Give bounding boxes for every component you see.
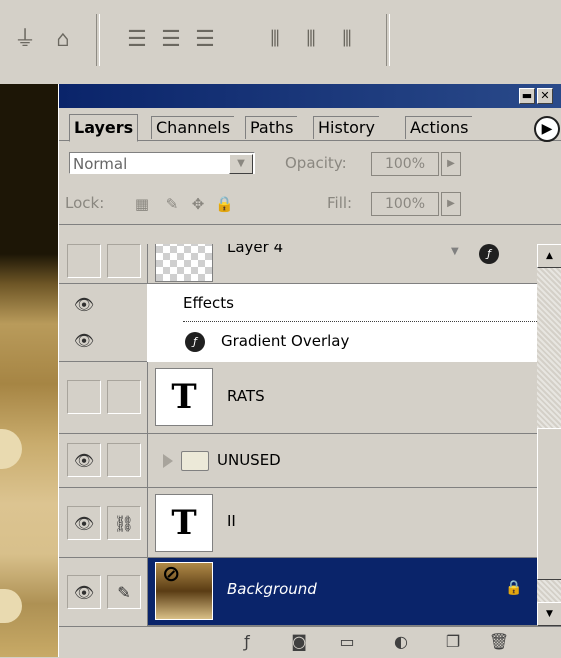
tab-actions[interactable]: Actions xyxy=(405,116,473,139)
layer-name: RATS xyxy=(227,387,265,405)
layer-row-unused[interactable]: 👁 UNUSED xyxy=(59,434,537,488)
layers-palette: ▬ ✕ Layers Channels Paths History Action… xyxy=(58,84,561,657)
visibility-eye-icon[interactable]: 👁 xyxy=(67,575,101,609)
effects-group: 👁 👁 Effects ƒ Gradient Overlay xyxy=(59,284,537,362)
layer-row-layer-4[interactable]: Layer 4 ▼ ƒ xyxy=(59,244,537,284)
chain-link-icon[interactable]: ⛓ xyxy=(107,506,141,540)
minimize-icon[interactable]: ▬ xyxy=(519,88,535,104)
scrollbar-thumb[interactable] xyxy=(537,428,561,580)
lock-all-icon[interactable]: 🔒 xyxy=(215,195,234,213)
palette-menu-button[interactable]: ▶ xyxy=(534,116,560,142)
layer-thumbnail xyxy=(155,244,213,282)
distribute-top-icon[interactable]: ☰ xyxy=(124,26,150,54)
row-divider xyxy=(147,558,148,625)
document-canvas[interactable] xyxy=(0,84,58,657)
no-entry-icon: ⊘ xyxy=(162,562,181,587)
trash-icon[interactable]: 🗑 xyxy=(487,631,511,653)
lock-row: Lock: ▦ ✎ ✥ 🔒 Fill: 100% ▶ xyxy=(59,184,561,225)
fill-label: Fill: xyxy=(327,194,353,212)
effects-visibility-icon[interactable]: 👁 xyxy=(67,290,101,324)
gradient-overlay-row[interactable]: ƒ Gradient Overlay xyxy=(147,322,537,362)
effects-label: Effects xyxy=(183,294,234,312)
adjustment-layer-icon[interactable]: ◐ xyxy=(389,631,413,653)
visibility-eye-icon[interactable]: 👁 xyxy=(67,443,101,477)
blend-row: Normal ▼ Opacity: 100% ▶ xyxy=(59,144,561,184)
tab-layers[interactable]: Layers xyxy=(69,114,139,142)
folder-icon xyxy=(181,451,209,471)
effect-visibility-icon[interactable]: 👁 xyxy=(67,326,101,360)
palette-title-bar[interactable]: ▬ ✕ xyxy=(59,84,561,108)
text-layer-thumbnail-icon: T xyxy=(155,494,213,552)
toolbar-separator xyxy=(386,14,390,66)
layer-name: UNUSED xyxy=(217,451,281,469)
row-divider xyxy=(147,434,148,487)
fill-slider-arrow-icon[interactable]: ▶ xyxy=(441,192,461,216)
align-top-edges-icon[interactable]: ⏚ xyxy=(12,26,38,54)
lock-icon: 🔒 xyxy=(505,580,523,596)
toolbar-separator xyxy=(96,14,100,66)
distribute-center-icon[interactable]: ☰ xyxy=(158,26,184,54)
layer-list: Layer 4 ▼ ƒ 👁 👁 Effects ƒ Gradient Overl… xyxy=(59,244,537,626)
tab-paths[interactable]: Paths xyxy=(245,116,298,139)
brush-icon[interactable]: ✎ xyxy=(107,575,141,609)
new-group-icon[interactable]: ▭ xyxy=(335,631,359,653)
lock-label: Lock: xyxy=(65,194,105,212)
link-toggle[interactable] xyxy=(107,244,141,278)
lock-image-brush-icon[interactable]: ✎ xyxy=(163,195,181,213)
align-bottom-edges-icon[interactable]: ⌂ xyxy=(50,26,76,54)
row-divider xyxy=(147,362,148,433)
blend-mode-select[interactable]: Normal ▼ xyxy=(69,152,255,174)
add-mask-icon[interactable]: ◙ xyxy=(287,631,311,653)
canvas-highlight xyxy=(0,589,22,623)
palette-tabs: Layers Channels Paths History Actions ▶ xyxy=(59,108,561,142)
scroll-up-icon[interactable]: ▲ xyxy=(537,244,561,268)
expand-arrow-icon[interactable]: ▼ xyxy=(451,246,459,257)
blend-mode-value: Normal xyxy=(73,155,128,173)
lock-transparency-icon[interactable]: ▦ xyxy=(133,195,151,213)
fill-field[interactable]: 100% xyxy=(371,192,439,216)
layer-name: Layer 4 xyxy=(227,244,284,256)
link-toggle[interactable] xyxy=(107,443,141,477)
close-icon[interactable]: ✕ xyxy=(537,88,553,104)
opacity-field[interactable]: 100% xyxy=(371,152,439,176)
add-layer-style-icon[interactable]: ƒ xyxy=(235,631,259,653)
visibility-toggle[interactable] xyxy=(67,244,101,278)
opacity-label: Opacity: xyxy=(285,154,347,172)
tab-history[interactable]: History xyxy=(313,116,379,139)
row-divider xyxy=(147,244,148,283)
effects-header-row[interactable]: Effects xyxy=(147,284,537,322)
effect-name: Gradient Overlay xyxy=(221,332,350,350)
visibility-eye-icon[interactable]: 👁 xyxy=(67,506,101,540)
layer-style-icon: ƒ xyxy=(479,244,499,264)
distribute-left-icon[interactable]: ⫴ xyxy=(262,26,288,54)
opacity-slider-arrow-icon[interactable]: ▶ xyxy=(441,152,461,176)
distribute-right-icon[interactable]: ⫴ xyxy=(334,26,360,54)
layer-row-ii[interactable]: 👁 ⛓ T II xyxy=(59,488,537,558)
visibility-toggle[interactable] xyxy=(67,380,101,414)
link-toggle[interactable] xyxy=(107,380,141,414)
row-divider xyxy=(147,488,148,557)
tab-channels[interactable]: Channels xyxy=(151,116,235,139)
scroll-down-icon[interactable]: ▼ xyxy=(537,602,561,626)
layer-name: II xyxy=(227,512,236,530)
distribute-horizontal-icon[interactable]: ⫴ xyxy=(298,26,324,54)
text-layer-thumbnail-icon: T xyxy=(155,368,213,426)
layer-list-scrollbar[interactable]: ▲ ▼ xyxy=(537,244,561,626)
expand-triangle-icon[interactable] xyxy=(163,454,173,468)
layer-row-rats[interactable]: T RATS xyxy=(59,362,537,434)
layer-thumbnail: ⊘ xyxy=(155,562,213,620)
distribute-bottom-icon[interactable]: ☰ xyxy=(192,26,218,54)
chevron-down-icon[interactable]: ▼ xyxy=(229,154,253,174)
new-layer-icon[interactable]: ❐ xyxy=(441,631,465,653)
lock-position-move-icon[interactable]: ✥ xyxy=(189,195,207,213)
layer-row-background[interactable]: 👁 ✎ ⊘ Background 🔒 xyxy=(59,558,537,626)
palette-bottom-toolbar: ƒ ◙ ▭ ◐ ❐ 🗑 xyxy=(59,626,561,658)
options-toolbar: ⏚ ⌂ ☰ ☰ ☰ ⫴ ⫴ ⫴ xyxy=(0,0,561,85)
canvas-highlight xyxy=(0,429,22,469)
layer-style-icon: ƒ xyxy=(185,332,205,352)
layer-name: Background xyxy=(227,580,317,598)
